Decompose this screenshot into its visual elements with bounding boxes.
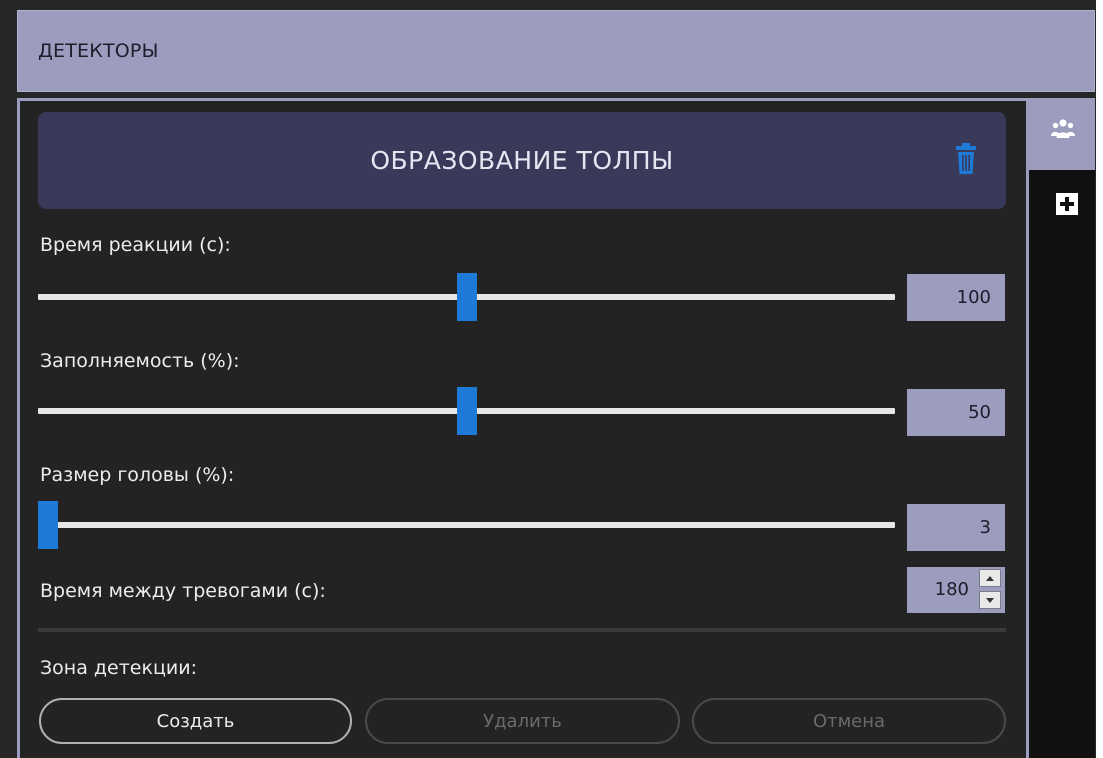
plus-icon[interactable] — [1056, 193, 1078, 215]
head-size-value[interactable]: 3 — [907, 504, 1005, 551]
head-size-slider[interactable] — [38, 501, 895, 549]
detector-title: ОБРАЗОВАНИЕ ТОЛПЫ — [370, 146, 674, 175]
arrow-up-icon — [986, 575, 994, 581]
spin-up-button[interactable] — [979, 569, 1001, 587]
crowd-icon — [1051, 119, 1075, 138]
alarm-interval-value[interactable]: 180 — [935, 579, 969, 600]
trash-icon[interactable] — [955, 143, 977, 175]
page-title: ДЕТЕКТОРЫ — [38, 40, 159, 62]
arrow-down-icon — [986, 597, 994, 603]
reaction-time-label: Время реакции (с): — [40, 234, 231, 256]
head-size-slider-thumb[interactable] — [38, 501, 58, 549]
fill-rate-value[interactable]: 50 — [907, 389, 1005, 436]
reaction-time-value[interactable]: 100 — [907, 274, 1005, 321]
fill-rate-slider-thumb[interactable] — [456, 387, 477, 435]
tab-crowd-detector[interactable] — [1029, 98, 1095, 170]
fill-rate-slider[interactable] — [38, 387, 895, 435]
head-size-label: Размер головы (%): — [40, 464, 235, 486]
detection-zone-label: Зона детекции: — [40, 657, 198, 679]
section-divider — [38, 628, 1006, 632]
reaction-time-slider-thumb[interactable] — [456, 273, 477, 321]
detector-card: ОБРАЗОВАНИЕ ТОЛПЫ — [38, 112, 1006, 209]
create-zone-button[interactable]: Создать — [39, 698, 352, 744]
alarm-interval-label: Время между тревогами (с): — [40, 580, 326, 602]
spin-down-button[interactable] — [979, 591, 1001, 609]
fill-rate-label: Заполняемость (%): — [40, 350, 240, 372]
side-tab-bar — [1029, 170, 1095, 758]
header-bar: ДЕТЕКТОРЫ — [17, 10, 1095, 92]
cancel-zone-button[interactable]: Отмена — [692, 698, 1006, 744]
alarm-interval-spinbox[interactable]: 180 — [907, 567, 1005, 613]
delete-zone-button[interactable]: Удалить — [365, 698, 680, 744]
reaction-time-slider[interactable] — [38, 273, 895, 321]
